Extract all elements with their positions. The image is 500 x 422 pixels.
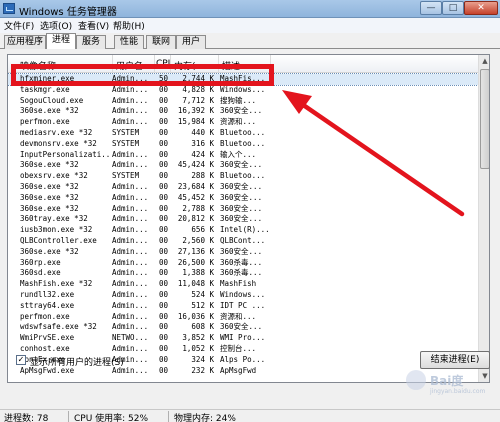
status-bar: 进程数: 78 CPU 使用率: 52% 物理内存: 24% bbox=[0, 409, 500, 422]
status-memory-usage: 物理内存: 24% bbox=[174, 414, 236, 422]
baidu-watermark: Bai度 jingyan.baidu.com bbox=[400, 360, 496, 404]
status-cpu-usage: CPU 使用率: 52% bbox=[74, 414, 149, 422]
status-process-count: 进程数: 78 bbox=[4, 414, 49, 422]
arrow-annotation bbox=[282, 90, 465, 217]
paw-logo-icon bbox=[406, 370, 426, 390]
